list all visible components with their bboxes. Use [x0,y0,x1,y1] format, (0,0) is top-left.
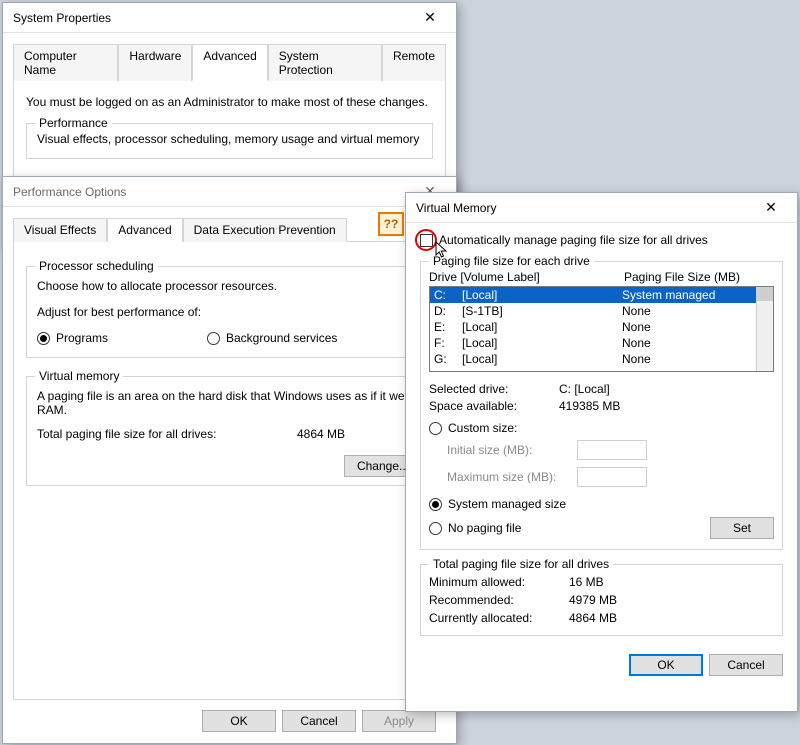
radio-custom-label: Custom size: [448,421,517,435]
radio-programs[interactable] [37,332,50,345]
radio-managed[interactable] [429,498,442,511]
cur-label: Currently allocated: [429,611,569,625]
drive-size: None [622,320,769,334]
sel-drive-label: Selected drive: [429,382,559,396]
auto-manage-row: Automatically manage paging file size fo… [420,233,783,247]
space-label: Space available: [429,399,559,413]
min-value: 16 MB [569,575,604,589]
titlebar: System Properties ✕ [3,3,456,33]
virtual-memory-dialog: Virtual Memory ✕ Automatically manage pa… [405,192,798,712]
drive-label: [Local] [462,320,622,334]
tab-advanced[interactable]: Advanced [192,44,267,81]
perfopts-buttons: OK Cancel Apply [13,700,446,742]
radio-programs-label: Programs [56,331,108,345]
apply-button[interactable]: Apply [362,710,436,732]
drive-size: System managed [622,288,769,302]
space-value: 419385 MB [559,399,620,413]
drive-size: None [622,352,769,366]
titlebar: Performance Options ✕ [3,177,456,207]
auto-manage-checkbox[interactable] [420,234,433,247]
vm-total-value: 4864 MB [297,427,345,441]
close-icon[interactable]: ✕ [751,195,791,221]
perfopts-tabs: Visual Effects Advanced Data Execution P… [13,217,446,242]
drive-row[interactable]: E:[Local]None [430,319,773,335]
proc-sched-radios: Programs Background services [37,331,422,345]
drive-row[interactable]: D:[S-1TB]None [430,303,773,319]
drive-letter: F: [434,336,462,350]
drive-letter: C: [434,288,462,302]
cancel-button[interactable]: Cancel [282,710,356,732]
drive-row[interactable]: C:[Local]System managed [430,287,773,303]
scrollbar[interactable] [756,287,773,371]
tab-hardware[interactable]: Hardware [118,44,192,81]
tab-system-protection[interactable]: System Protection [268,44,382,81]
cancel-button[interactable]: Cancel [709,654,783,676]
drive-label: [Local] [462,352,622,366]
drive-list[interactable]: C:[Local]System managedD:[S-1TB]NoneE:[L… [429,286,774,372]
proc-sched-legend: Processor scheduling [35,259,158,273]
sel-drive-value: C: [Local] [559,382,610,396]
window-title: Performance Options [13,185,410,199]
tab-remote[interactable]: Remote [382,44,446,81]
performance-legend: Performance [35,116,112,130]
admin-note: You must be logged on as an Administrato… [26,95,433,109]
tab-advanced[interactable]: Advanced [107,218,182,242]
drive-letter: E: [434,320,462,334]
max-size-label: Maximum size (MB): [447,470,577,484]
drive-letter: G: [434,352,462,366]
performance-desc: Visual effects, processor scheduling, me… [37,132,422,146]
drive-label: [Local] [462,288,622,302]
drive-row[interactable]: G:[Local]None [430,351,773,367]
drive-label: [S-1TB] [462,304,622,318]
ok-button[interactable]: OK [202,710,276,732]
proc-sched-desc: Choose how to allocate processor resourc… [37,279,422,293]
radio-background-label: Background services [226,331,337,345]
rec-label: Recommended: [429,593,569,607]
tab-computer-name[interactable]: Computer Name [13,44,118,81]
drive-size: None [622,304,769,318]
initial-size-input[interactable] [577,440,647,460]
vm-legend: Virtual memory [35,369,123,383]
drive-row[interactable]: F:[Local]None [430,335,773,351]
totals-legend: Total paging file size for all drives [429,557,613,571]
drive-size: None [622,336,769,350]
hdr-size: Paging File Size (MB) [624,270,740,284]
rec-value: 4979 MB [569,593,617,607]
min-label: Minimum allowed: [429,575,569,589]
window-title: System Properties [13,11,410,25]
drive-letter: D: [434,304,462,318]
window-title: Virtual Memory [416,201,751,215]
initial-size-label: Initial size (MB): [447,443,577,457]
drive-list-legend: Paging file size for each drive [429,254,594,268]
vm-total-label: Total paging file size for all drives: [37,427,297,441]
tab-visual-effects[interactable]: Visual Effects [13,218,107,242]
proc-sched-adjust: Adjust for best performance of: [37,305,422,319]
radio-none-label: No paging file [448,521,710,535]
radio-custom[interactable] [429,422,442,435]
radio-background[interactable] [207,332,220,345]
set-button[interactable]: Set [710,517,774,539]
radio-managed-label: System managed size [448,497,566,511]
cur-value: 4864 MB [569,611,617,625]
titlebar: Virtual Memory ✕ [406,193,797,223]
close-icon[interactable]: ✕ [410,5,450,31]
drive-label: [Local] [462,336,622,350]
ok-button[interactable]: OK [629,654,703,676]
vm-desc: A paging file is an area on the hard dis… [37,389,417,417]
sysprops-tabs: Computer Name Hardware Advanced System P… [13,43,446,81]
tab-dep[interactable]: Data Execution Prevention [183,218,347,242]
radio-none[interactable] [429,522,442,535]
hdr-drive: Drive [Volume Label] [429,270,624,284]
performance-options-dialog: Performance Options ✕ Visual Effects Adv… [2,176,457,744]
auto-manage-label: Automatically manage paging file size fo… [439,233,708,247]
max-size-input[interactable] [577,467,647,487]
